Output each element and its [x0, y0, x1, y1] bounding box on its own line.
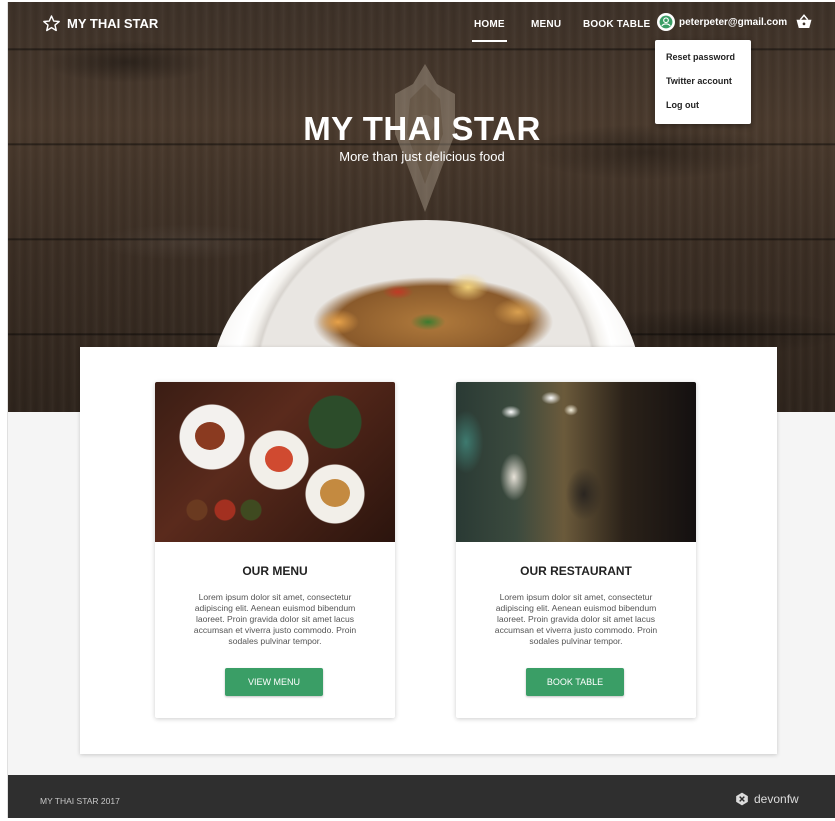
feature-description: Lorem ipsum dolor sit amet, consectetur …	[193, 592, 357, 646]
user-account-button[interactable]: peterpeter@gmail.com	[657, 13, 787, 31]
devonfw-logo-icon	[736, 792, 748, 806]
restaurant-interior-image	[456, 382, 696, 542]
star-icon	[43, 15, 60, 32]
user-dropdown-menu: Reset password Twitter account Log out	[655, 40, 751, 124]
view-menu-button[interactable]: VIEW MENU	[225, 668, 323, 696]
main-content-card: OUR MENU Lorem ipsum dolor sit amet, con…	[80, 347, 777, 754]
nav-menu[interactable]: MENU	[531, 19, 561, 30]
app-frame: MY THAI STAR More than just delicious fo…	[7, 2, 835, 818]
brand-logo[interactable]: MY THAI STAR	[42, 14, 158, 33]
footer-copyright: MY THAI STAR 2017	[40, 796, 120, 806]
menu-item-twitter-account[interactable]: Twitter account	[655, 76, 751, 100]
brand-name: MY THAI STAR	[67, 16, 159, 31]
user-circle-icon	[657, 13, 675, 31]
menu-item-reset-password[interactable]: Reset password	[655, 52, 751, 76]
feature-card-menu: OUR MENU Lorem ipsum dolor sit amet, con…	[155, 382, 395, 718]
devonfw-logo[interactable]: devonfw	[735, 792, 799, 806]
nav-home[interactable]: HOME	[472, 19, 507, 42]
nav-book-table[interactable]: BOOK TABLE	[583, 19, 650, 30]
basket-icon[interactable]	[795, 13, 813, 31]
feature-title: OUR RESTAURANT	[520, 564, 632, 578]
footer: MY THAI STAR 2017 devonfw	[8, 775, 835, 818]
devonfw-logo-text: devonfw	[754, 792, 799, 806]
feature-description: Lorem ipsum dolor sit amet, consectetur …	[494, 592, 658, 646]
feature-title: OUR MENU	[242, 564, 308, 578]
feature-card-restaurant: OUR RESTAURANT Lorem ipsum dolor sit ame…	[456, 382, 696, 718]
menu-dishes-image	[155, 382, 395, 542]
book-table-button[interactable]: BOOK TABLE	[526, 668, 624, 696]
menu-item-log-out[interactable]: Log out	[655, 100, 751, 124]
hero-subtitle: More than just delicious food	[339, 149, 505, 164]
user-email: peterpeter@gmail.com	[679, 16, 788, 28]
